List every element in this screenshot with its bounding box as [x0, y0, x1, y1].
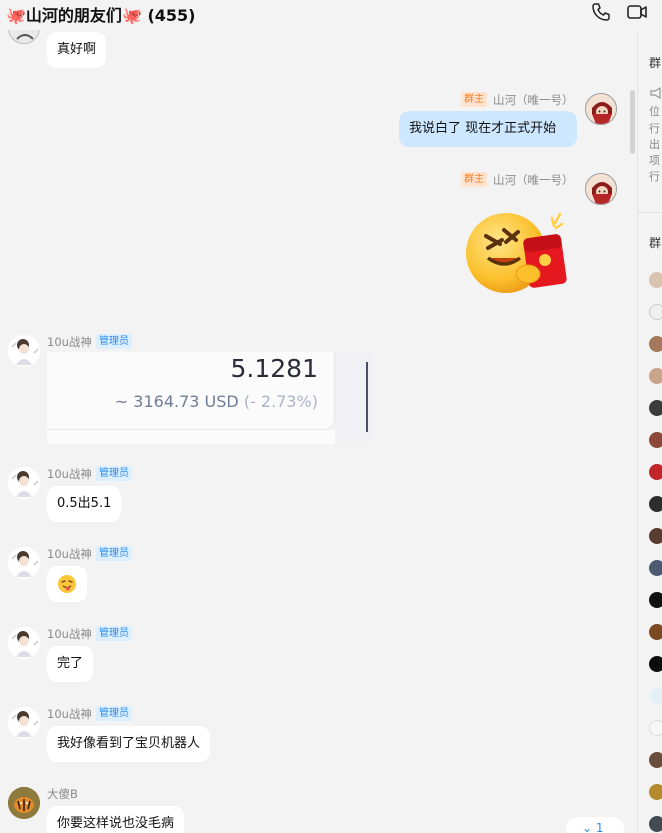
- member-avatar[interactable]: [649, 624, 662, 640]
- avatar[interactable]: [8, 547, 40, 579]
- megaphone-icon: [650, 86, 661, 100]
- avatar[interactable]: [585, 93, 617, 125]
- avatar[interactable]: [8, 335, 40, 367]
- chat-header: 🐙山河的朋友们🐙 (455): [0, 0, 662, 30]
- message-bubble-self[interactable]: 我说白了 现在才正式开始: [399, 111, 577, 147]
- member-count: (455): [147, 6, 196, 25]
- sender-name[interactable]: 10u战神: [47, 466, 92, 482]
- notice-heading: 群: [649, 56, 662, 70]
- member-avatar[interactable]: [649, 272, 662, 288]
- members-heading: 群: [649, 236, 662, 250]
- notice-line: 位: [649, 105, 660, 118]
- notice-line: 出: [649, 138, 660, 151]
- sender-name[interactable]: 大傻B: [47, 786, 78, 802]
- price-card-body: 5.1281 ~ 3164.73 USD (- 2.73%): [47, 352, 335, 430]
- sender-name[interactable]: 山河（唯一号）: [493, 92, 574, 108]
- member-avatar[interactable]: [649, 688, 662, 704]
- member-avatar[interactable]: [649, 784, 662, 800]
- sender-name[interactable]: 10u战神: [47, 334, 92, 350]
- admin-badge: 管理员: [96, 626, 132, 641]
- avatar[interactable]: [8, 787, 40, 819]
- token-price: 5.1281: [230, 354, 318, 383]
- member-avatar[interactable]: [649, 720, 662, 736]
- message-bubble[interactable]: 0.5出5.1: [47, 486, 122, 522]
- owner-badge: 群主: [461, 92, 487, 107]
- member-avatar[interactable]: [649, 560, 662, 576]
- sender-name[interactable]: 10u战神: [47, 706, 92, 722]
- message-bubble[interactable]: 完了: [47, 646, 94, 682]
- octopus-icon: 🐙: [6, 6, 26, 25]
- scrollbar-thumb[interactable]: [630, 90, 635, 154]
- price-card-footer: [47, 430, 335, 444]
- admin-badge: 管理员: [96, 334, 132, 349]
- avatar[interactable]: [8, 627, 40, 659]
- member-avatar[interactable]: [649, 752, 662, 768]
- new-messages-button[interactable]: ⌄ 1: [566, 817, 624, 833]
- double-chevron-down-icon: ⌄: [582, 821, 593, 833]
- member-avatar[interactable]: [649, 336, 662, 352]
- message-bubble-emoji[interactable]: [47, 566, 87, 602]
- notice-line: 行: [649, 170, 660, 183]
- tongue-face-emoji: [58, 575, 76, 593]
- usd-value: ~ 3164.73 USD (- 2.73%): [114, 392, 318, 411]
- avatar[interactable]: [8, 467, 40, 499]
- member-avatar[interactable]: [649, 816, 662, 832]
- admin-badge: 管理员: [96, 706, 132, 721]
- owner-badge: 群主: [461, 172, 487, 187]
- member-avatar[interactable]: [649, 592, 662, 608]
- price-card[interactable]: 5.1281 ~ 3164.73 USD (- 2.73%): [47, 352, 371, 444]
- member-avatar[interactable]: [649, 432, 662, 448]
- notice-line: 项: [649, 154, 660, 167]
- group-title: 🐙山河的朋友们🐙 (455): [6, 2, 195, 26]
- group-info-panel: 群 位 行 出 项 行 群: [638, 30, 662, 833]
- group-name: 山河的朋友们: [25, 6, 122, 25]
- member-avatar[interactable]: [649, 496, 662, 512]
- price-change: (- 2.73%): [243, 392, 318, 411]
- member-avatar[interactable]: [649, 656, 662, 672]
- sender-name[interactable]: 10u战神: [47, 546, 92, 562]
- video-icon[interactable]: [626, 1, 648, 23]
- admin-badge: 管理员: [96, 546, 132, 561]
- member-avatar[interactable]: [649, 368, 662, 384]
- member-avatar[interactable]: [649, 400, 662, 416]
- panel-divider: [638, 212, 662, 213]
- admin-badge: 管理员: [96, 466, 132, 481]
- avatar[interactable]: [8, 707, 40, 739]
- sender-name[interactable]: 山河（唯一号）: [493, 172, 574, 188]
- sender-name[interactable]: 10u战神: [47, 626, 92, 642]
- message-bubble[interactable]: 我好像看到了宝贝机器人: [47, 726, 211, 762]
- price-card-edge-line: [366, 362, 368, 432]
- message-bubble[interactable]: 真好啊: [47, 32, 107, 68]
- avatar[interactable]: [8, 30, 40, 44]
- octopus-icon: 🐙: [121, 6, 142, 25]
- notice-line: 行: [649, 122, 660, 135]
- new-message-count: 1: [595, 821, 604, 833]
- message-list[interactable]: 真好啊 群主 山河（唯一号） 我说白了 现在才正式开始 群主 山河（唯一号） 1…: [0, 30, 637, 833]
- red-envelope-emoji-sticker[interactable]: [464, 208, 574, 300]
- avatar[interactable]: [585, 173, 617, 205]
- member-avatar[interactable]: [649, 464, 662, 480]
- member-avatar[interactable]: [649, 304, 662, 320]
- message-bubble[interactable]: 你要这样说也没毛病: [47, 806, 185, 833]
- member-avatar[interactable]: [649, 528, 662, 544]
- phone-icon[interactable]: [590, 1, 612, 23]
